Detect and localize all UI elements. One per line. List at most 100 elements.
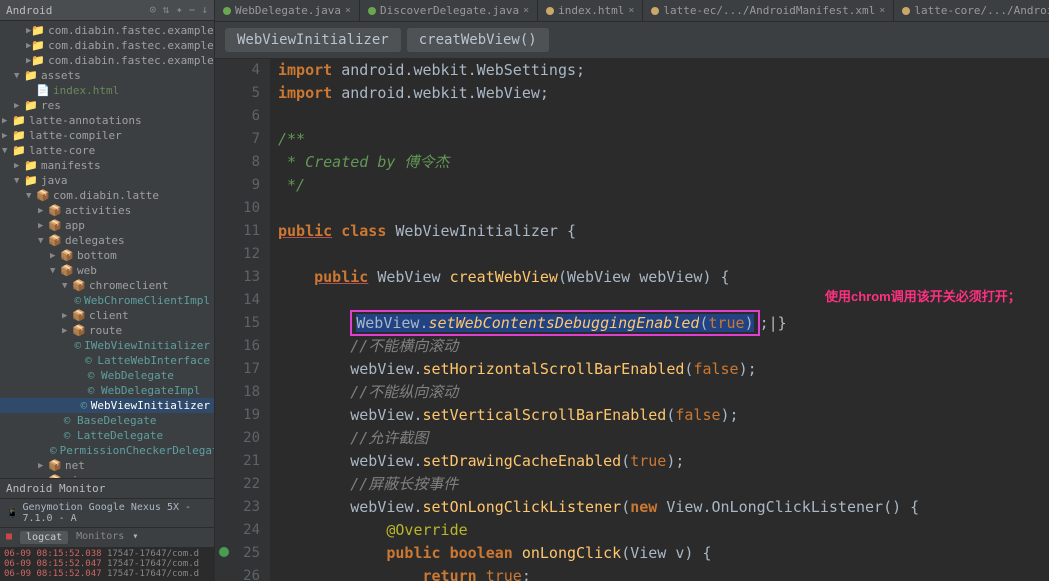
dropdown-icon[interactable]: ▾ [132,531,138,544]
tree-item[interactable]: ©LatteWebInterface [0,353,214,368]
close-icon[interactable]: × [879,5,885,16]
tree-item[interactable]: ©BaseDelegate [0,413,214,428]
code-editor[interactable]: 4567891011121314151617181920212223242526… [215,59,1049,581]
tree-item[interactable]: ▶📦bottom [0,248,214,263]
tree-item[interactable]: ▶📁com.diabin.fastec.example (test) [0,53,214,68]
code-line[interactable]: webView.setDrawingCacheEnabled(true); [278,450,1049,473]
tree-item[interactable]: ▼📦com.diabin.latte [0,188,214,203]
device-selector[interactable]: 📱 Genymotion Google Nexus 5X - 7.1.0 - A [0,499,214,528]
code-line[interactable] [278,105,1049,128]
close-icon[interactable]: × [628,5,634,16]
code-line[interactable]: return true; [278,565,1049,581]
code-line[interactable]: import android.webkit.WebView; [278,82,1049,105]
tree-item[interactable]: ©PermissionCheckerDelegate [0,443,214,458]
tree-item[interactable]: ▶📁latte-compiler [0,128,214,143]
tree-arrow-icon[interactable]: ▶ [38,221,48,231]
code-line[interactable]: //允许截图 [278,427,1049,450]
code-line[interactable] [278,243,1049,266]
tree-arrow-icon[interactable]: ▼ [14,176,24,186]
tree-item[interactable]: ©WebDelegate [0,368,214,383]
tree-item[interactable]: ▶📁manifests [0,158,214,173]
file-type-icon [651,7,659,15]
code-line[interactable]: import android.webkit.WebSettings; [278,59,1049,82]
tree-item[interactable]: ©IWebViewInitializer [0,338,214,353]
tree-item[interactable]: ▶📦net [0,458,214,473]
editor-tab[interactable]: DiscoverDelegate.java× [360,0,538,21]
tree-arrow-icon[interactable]: ▼ [2,146,12,156]
tab-monitors[interactable]: Monitors [76,531,124,544]
editor-tab[interactable]: latte-core/.../AndroidManifest.xml× [894,0,1049,21]
override-gutter-icon[interactable] [219,547,229,557]
tree-arrow-icon[interactable]: ▶ [38,206,48,216]
editor-tab[interactable]: WebDelegate.java× [215,0,360,21]
line-gutter: 4567891011121314151617181920212223242526… [215,59,270,581]
sidebar-header: Android ⊙ ⇅ ✦ ⎯ ↓ [0,0,214,21]
tree-item[interactable]: ©WebChromeClientImpl [0,293,214,308]
tree-item-label: route [89,324,122,337]
code-line[interactable]: //不能纵向滚动 [278,381,1049,404]
editor-tab[interactable]: index.html× [538,0,643,21]
code-content[interactable]: import android.webkit.WebSettings;import… [270,59,1049,581]
sidebar-toolbar-icons[interactable]: ⊙ ⇅ ✦ ⎯ ↓ [150,3,208,17]
tree-arrow-icon[interactable]: ▶ [50,251,60,261]
code-line[interactable]: */ [278,174,1049,197]
project-tree[interactable]: ▶📁com.diabin.fastec.example▶📁com.diabin.… [0,21,214,478]
code-line[interactable]: @Override [278,519,1049,542]
tab-logcat[interactable]: logcat [20,531,68,544]
code-line[interactable]: webView.setHorizontalScrollBarEnabled(fa… [278,358,1049,381]
code-line[interactable]: /** [278,128,1049,151]
tree-item[interactable]: ▼📦delegates [0,233,214,248]
line-number: 12 [215,243,260,266]
code-line[interactable]: public boolean onLongClick(View v) { [278,542,1049,565]
tree-item-label: latte-core [29,144,95,157]
breadcrumb-method[interactable]: creatWebView() [407,28,549,52]
tree-arrow-icon[interactable]: ▼ [50,266,60,276]
tree-item-label: activities [65,204,131,217]
tree-item[interactable]: ▼📁assets [0,68,214,83]
tree-arrow-icon[interactable]: ▼ [62,281,72,291]
tree-item[interactable]: ▶📦app [0,218,214,233]
code-line[interactable]: webView.setOnLongClickListener(new View.… [278,496,1049,519]
tree-arrow-icon[interactable]: ▶ [14,161,24,171]
code-line[interactable]: public class WebViewInitializer { [278,220,1049,243]
stop-icon[interactable]: ■ [6,531,12,544]
tree-item[interactable]: ▶📁com.diabin.fastec.example [0,23,214,38]
tree-item[interactable]: ©LatteDelegate [0,428,214,443]
tree-item[interactable]: ▶📦route [0,323,214,338]
code-line[interactable] [278,197,1049,220]
tree-item[interactable]: ▶📦activities [0,203,214,218]
tree-item[interactable]: ▶📁res [0,98,214,113]
tree-item[interactable]: ▼📁latte-core [0,143,214,158]
tree-arrow-icon[interactable]: ▶ [2,131,12,141]
breadcrumb-class[interactable]: WebViewInitializer [225,28,401,52]
tree-item[interactable]: ©WebDelegateImpl [0,383,214,398]
logcat-output[interactable]: 06-09 08:15:52.038 17547-17647/com.d06-0… [0,547,214,581]
tree-item[interactable]: ▶📁com.diabin.fastec.example (androidTe [0,38,214,53]
close-icon[interactable]: × [345,5,351,16]
tree-item[interactable]: ▼📦web [0,263,214,278]
tree-item[interactable]: ▼📁java [0,173,214,188]
code-line[interactable]: //不能横向滚动 [278,335,1049,358]
code-line[interactable]: WebView.setWebContentsDebuggingEnabled(t… [278,312,1049,335]
line-number: 21 [215,450,260,473]
tree-arrow-icon[interactable]: ▼ [14,71,24,81]
code-line[interactable]: webView.setVerticalScrollBarEnabled(fals… [278,404,1049,427]
tree-item[interactable]: ▶📦client [0,308,214,323]
tree-item[interactable]: ▼📦chromeclient [0,278,214,293]
code-line[interactable]: * Created by 傅令杰 [278,151,1049,174]
code-line[interactable]: //屏蔽长按事件 [278,473,1049,496]
editor-tab[interactable]: latte-ec/.../AndroidManifest.xml× [643,0,894,21]
tree-item[interactable]: 📄index.html [0,83,214,98]
tree-item-label: manifests [41,159,101,172]
close-icon[interactable]: × [523,5,529,16]
tree-arrow-icon[interactable]: ▶ [62,311,72,321]
tree-arrow-icon[interactable]: ▼ [26,191,36,201]
tree-item[interactable]: ©WebViewInitializer [0,398,214,413]
tree-item-icon: 📦 [60,249,74,262]
tree-item[interactable]: ▶📁latte-annotations [0,113,214,128]
tree-arrow-icon[interactable]: ▶ [38,461,48,471]
tree-arrow-icon[interactable]: ▶ [62,326,72,336]
tree-arrow-icon[interactable]: ▶ [14,101,24,111]
tree-arrow-icon[interactable]: ▶ [2,116,12,126]
tree-arrow-icon[interactable]: ▼ [38,236,48,246]
